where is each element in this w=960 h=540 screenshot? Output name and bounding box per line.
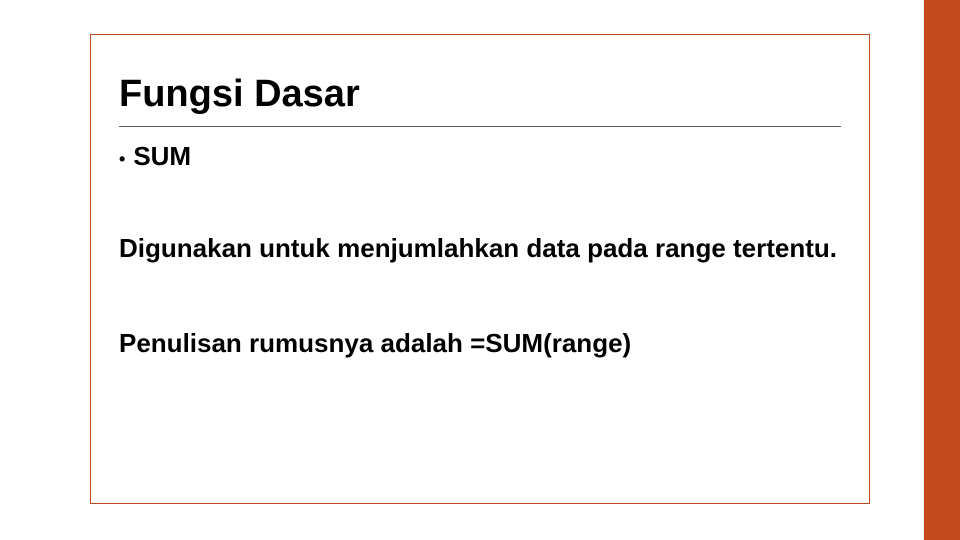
formula-text: Penulisan rumusnya adalah =SUM(range) bbox=[119, 328, 841, 359]
title-section: Fungsi Dasar bbox=[119, 73, 841, 127]
slide-title: Fungsi Dasar bbox=[119, 73, 841, 116]
description-text: Digunakan untuk menjumlahkan data pada r… bbox=[119, 232, 841, 266]
bullet-label: SUM bbox=[133, 141, 191, 172]
bullet-marker: • bbox=[119, 147, 125, 172]
slide-content-frame: Fungsi Dasar • SUM Digunakan untuk menju… bbox=[90, 34, 870, 504]
bullet-item-sum: • SUM bbox=[119, 141, 841, 172]
accent-side-bar bbox=[924, 0, 960, 540]
